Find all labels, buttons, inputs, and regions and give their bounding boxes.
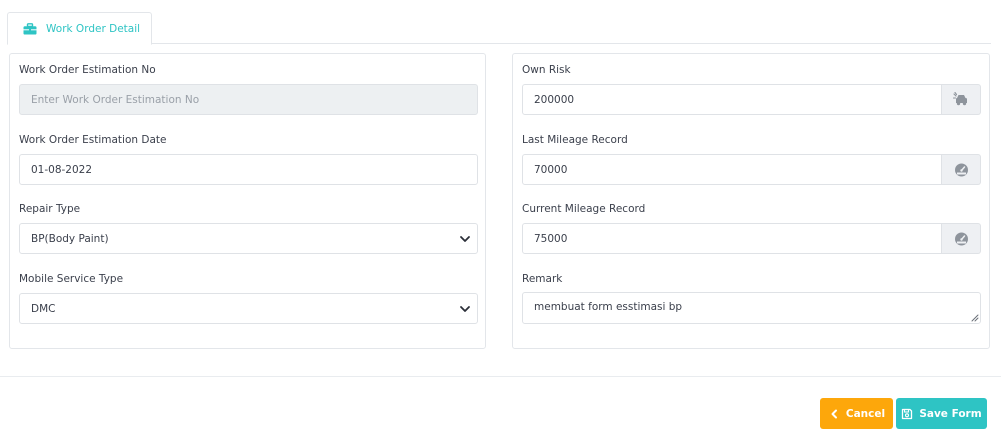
footer-divider — [0, 376, 1001, 377]
tab-label: Work Order Detail — [46, 22, 141, 35]
cancel-label: Cancel — [845, 407, 886, 420]
chevron-down-icon — [460, 305, 470, 312]
last-mileage-value: 70000 — [534, 163, 568, 176]
last-mileage-input[interactable]: 70000 — [522, 154, 942, 185]
save-form-label: Save Form — [919, 407, 982, 420]
own-risk-label: Own Risk — [522, 64, 571, 76]
current-mileage-value: 75000 — [534, 232, 568, 245]
estimation-date-value: 01-08-2022 — [31, 163, 93, 176]
estimation-date-label: Work Order Estimation Date — [19, 134, 167, 146]
car-crash-icon — [952, 92, 967, 106]
mobile-service-type-value: DMC — [31, 302, 56, 315]
chevron-down-icon — [460, 235, 470, 242]
current-mileage-addon — [942, 223, 981, 254]
own-risk-group: 200000 — [522, 84, 981, 115]
tab-work-order-detail[interactable]: Work Order Detail — [7, 12, 152, 45]
remark-textarea[interactable]: membuat form esstimasi bp — [522, 292, 981, 324]
current-mileage-group: 75000 — [522, 223, 981, 254]
current-mileage-input[interactable]: 75000 — [522, 223, 942, 254]
resize-grip-icon[interactable] — [970, 313, 979, 322]
estimation-no-placeholder: Enter Work Order Estimation No — [31, 93, 200, 106]
chevron-left-icon — [831, 409, 837, 418]
estimation-date-input[interactable]: 01-08-2022 — [19, 154, 478, 185]
estimation-no-input[interactable]: Enter Work Order Estimation No — [19, 84, 478, 115]
repair-type-label: Repair Type — [19, 203, 81, 215]
save-form-button[interactable]: Save Form — [896, 398, 987, 429]
own-risk-value: 200000 — [534, 93, 575, 106]
floppy-disk-icon — [902, 408, 913, 419]
tab-bar: Work Order Detail — [7, 12, 991, 45]
remark-value: membuat form esstimasi bp — [534, 301, 683, 313]
mobile-service-type-select[interactable]: DMC — [19, 293, 478, 324]
own-risk-addon — [942, 84, 981, 115]
repair-type-select[interactable]: BP(Body Paint) — [19, 223, 478, 254]
current-mileage-label: Current Mileage Record — [522, 203, 646, 215]
last-mileage-group: 70000 — [522, 154, 981, 185]
work-order-card-right: Own Risk 200000 Last Mileage Record 7000… — [512, 53, 990, 349]
work-order-card-left: Work Order Estimation No Enter Work Orde… — [9, 53, 486, 349]
last-mileage-addon — [942, 154, 981, 185]
own-risk-input[interactable]: 200000 — [522, 84, 942, 115]
speedometer-icon — [954, 163, 968, 177]
remark-label: Remark — [522, 273, 563, 285]
speedometer-icon — [954, 232, 968, 246]
repair-type-value: BP(Body Paint) — [31, 232, 109, 245]
last-mileage-label: Last Mileage Record — [522, 134, 628, 146]
cancel-button[interactable]: Cancel — [820, 398, 893, 429]
briefcase-icon — [23, 22, 37, 34]
estimation-no-label: Work Order Estimation No — [19, 64, 156, 76]
mobile-service-type-label: Mobile Service Type — [19, 273, 124, 285]
